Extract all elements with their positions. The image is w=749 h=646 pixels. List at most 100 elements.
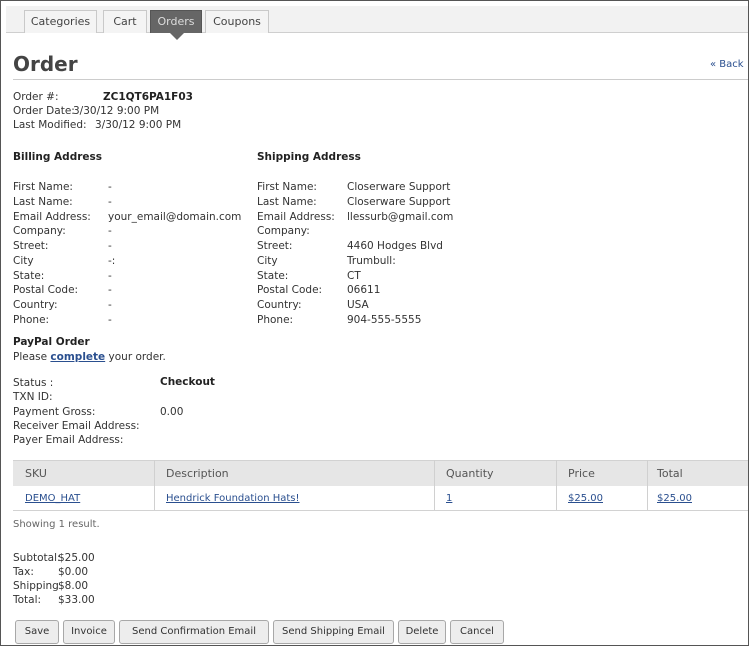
app-frame: Categories Cart Orders Coupons Order « B… <box>0 0 749 646</box>
receiver-email-label: Receiver Email Address: <box>13 420 140 432</box>
sku-link[interactable]: DEMO_HAT <box>25 493 80 504</box>
shipping-label: City <box>257 255 278 267</box>
last-modified-label: Last Modified: <box>13 119 87 131</box>
billing-label: Postal Code: <box>13 284 79 296</box>
table-row[interactable] <box>13 486 748 511</box>
column-divider <box>556 460 557 510</box>
status-value: Checkout <box>160 376 215 388</box>
order-date: 3/30/12 9:00 PM <box>73 105 160 117</box>
invoice-button[interactable]: Invoice <box>63 620 115 644</box>
billing-value: - <box>108 181 112 193</box>
billing-heading: Billing Address <box>13 151 103 163</box>
tab-bar: Categories Cart Orders Coupons <box>6 6 748 33</box>
billing-value: your_email@domain.com <box>108 211 242 223</box>
subtotal-label: Subtotal: <box>13 552 61 564</box>
shipping-label: First Name: <box>257 181 317 193</box>
last-modified: 3/30/12 9:00 PM <box>95 119 182 131</box>
complete-order-link[interactable]: complete <box>50 351 105 363</box>
total-label: Total: <box>13 594 42 606</box>
shipping-cost-label: Shipping <box>13 580 59 592</box>
billing-label: Street: <box>13 240 49 252</box>
tax-value: $0.00 <box>58 566 89 578</box>
column-divider <box>154 460 155 510</box>
shipping-value: Closerware Support <box>347 196 451 208</box>
column-divider <box>647 460 648 510</box>
column-header-quantity[interactable]: Quantity <box>446 467 494 480</box>
tab-categories[interactable]: Categories <box>24 10 97 33</box>
column-header-total[interactable]: Total <box>657 467 683 480</box>
tab-coupons[interactable]: Coupons <box>205 10 269 33</box>
total-value: $33.00 <box>58 594 95 606</box>
items-table-header <box>13 460 748 488</box>
billing-value: - <box>108 225 112 237</box>
shipping-label: Company: <box>257 225 310 237</box>
billing-label: Email Address: <box>13 211 91 223</box>
shipping-value: llessurb@gmail.com <box>347 211 454 223</box>
shipping-label: Country: <box>257 299 302 311</box>
billing-label: Phone: <box>13 314 50 326</box>
column-divider <box>434 460 435 510</box>
shipping-heading: Shipping Address <box>257 151 361 163</box>
shipping-value: USA <box>347 299 369 311</box>
page-title: Order <box>13 52 78 76</box>
quantity-link[interactable]: 1 <box>446 493 452 504</box>
column-header-sku[interactable]: SKU <box>25 467 47 480</box>
total-link[interactable]: $25.00 <box>657 493 692 504</box>
billing-label: Country: <box>13 299 58 311</box>
paypal-heading: PayPal Order <box>13 336 90 348</box>
delete-button[interactable]: Delete <box>398 620 446 644</box>
tax-label: Tax: <box>13 566 34 578</box>
tab-cart[interactable]: Cart <box>103 10 147 33</box>
payment-gross-value: 0.00 <box>160 406 184 418</box>
shipping-value: 904-555-5555 <box>347 314 422 326</box>
shipping-label: Postal Code: <box>257 284 323 296</box>
subtotal-value: $25.00 <box>58 552 95 564</box>
paypal-text-after: your order. <box>105 351 166 363</box>
billing-value: - <box>108 240 112 252</box>
tab-orders[interactable]: Orders <box>150 10 202 33</box>
cancel-button[interactable]: Cancel <box>450 620 504 644</box>
title-divider <box>13 79 748 80</box>
column-header-description[interactable]: Description <box>166 467 229 480</box>
shipping-label: Street: <box>257 240 293 252</box>
shipping-value: 4460 Hodges Blvd <box>347 240 443 252</box>
description-link[interactable]: Hendrick Foundation Hats! <box>166 493 300 504</box>
order-date-label: Order Date: <box>13 105 75 117</box>
billing-label: State: <box>13 270 45 282</box>
send-shipping-email-button[interactable]: Send Shipping Email <box>273 620 394 644</box>
shipping-value: 06611 <box>347 284 381 296</box>
shipping-cost-value: $8.00 <box>58 580 89 592</box>
payment-gross-label: Payment Gross: <box>13 406 96 418</box>
shipping-value: Trumbull: <box>347 255 396 267</box>
shipping-label: Last Name: <box>257 196 317 208</box>
shipping-label: Phone: <box>257 314 294 326</box>
order-number: ZC1QT6PA1F03 <box>103 91 193 103</box>
back-link[interactable]: « Back <box>710 59 744 70</box>
billing-label: Company: <box>13 225 66 237</box>
shipping-value: CT <box>347 270 361 282</box>
price-link[interactable]: $25.00 <box>568 493 603 504</box>
save-button[interactable]: Save <box>15 620 59 644</box>
active-tab-indicator <box>169 32 185 40</box>
column-header-price[interactable]: Price <box>568 467 595 480</box>
billing-value: - <box>108 270 112 282</box>
send-confirmation-email-button[interactable]: Send Confirmation Email <box>119 620 269 644</box>
txn-id-label: TXN ID: <box>13 391 53 403</box>
shipping-value: Closerware Support <box>347 181 451 193</box>
payer-email-label: Payer Email Address: <box>13 434 124 446</box>
paypal-message: Please complete your order. <box>13 351 166 363</box>
shipping-label: State: <box>257 270 289 282</box>
billing-value: - <box>108 299 112 311</box>
billing-label: First Name: <box>13 181 73 193</box>
billing-label: Last Name: <box>13 196 73 208</box>
order-number-label: Order #: <box>13 91 59 103</box>
billing-value: -: <box>108 255 116 267</box>
billing-value: - <box>108 314 112 326</box>
billing-value: - <box>108 196 112 208</box>
billing-value: - <box>108 284 112 296</box>
billing-label: City <box>13 255 34 267</box>
shipping-label: Email Address: <box>257 211 335 223</box>
paypal-text-before: Please <box>13 351 51 363</box>
status-label: Status : <box>13 377 54 389</box>
results-summary: Showing 1 result. <box>13 519 100 530</box>
